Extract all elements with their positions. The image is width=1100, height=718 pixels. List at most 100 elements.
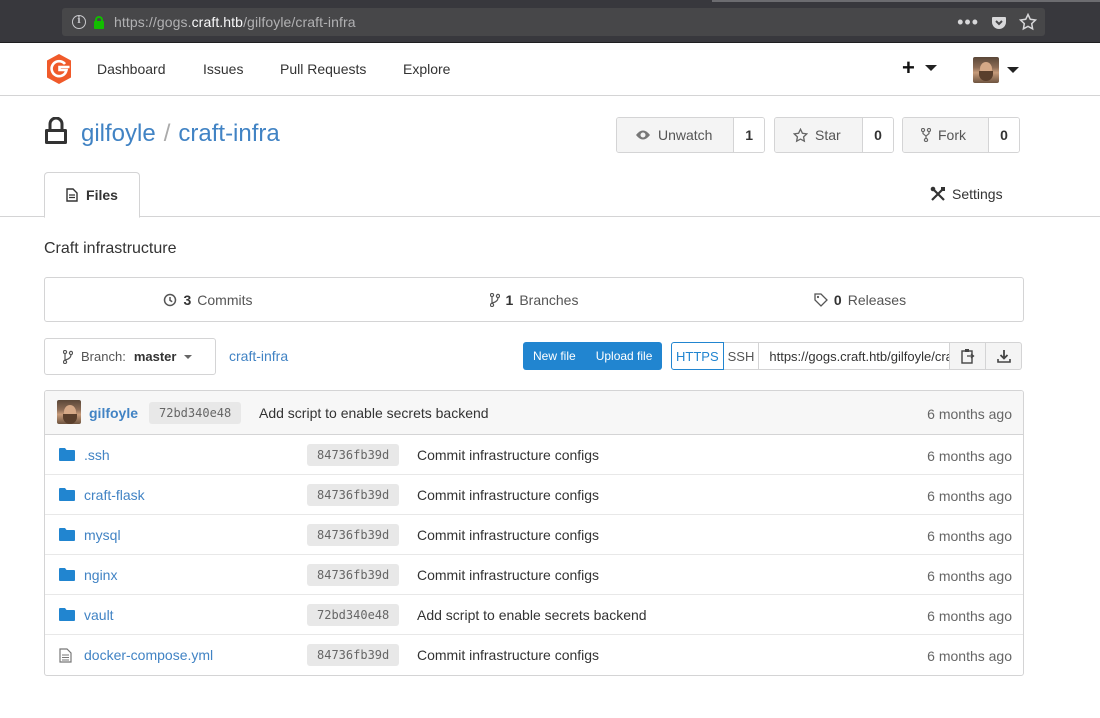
bookmark-star-icon[interactable] [1019, 13, 1037, 31]
gogs-logo-icon[interactable] [44, 53, 74, 85]
file-name-link[interactable]: nginx [84, 567, 117, 583]
clone-url-input[interactable]: https://gogs.craft.htb/gilfoyle/craft-in… [759, 342, 951, 370]
file-text-icon [66, 188, 78, 202]
commit-sha[interactable]: 72bd340e48 [307, 604, 400, 626]
commits-label: Commits [197, 291, 253, 308]
releases-count: 0 [833, 291, 842, 308]
copy-url-button[interactable] [950, 342, 987, 370]
star-count[interactable]: 0 [863, 118, 893, 152]
file-text-icon [59, 648, 72, 663]
commit-age: 6 months ago [927, 488, 1012, 504]
commit-message[interactable]: Add script to enable secrets backend [417, 607, 647, 623]
file-name-link[interactable]: vault [84, 607, 114, 623]
tab-strip-edge [712, 0, 1100, 2]
commit-message[interactable]: Commit infrastructure configs [417, 647, 599, 663]
repo-stats-bar: 3 Commits 1 Branches 0 Releases [44, 277, 1024, 322]
commit-age: 6 months ago [927, 648, 1012, 664]
unwatch-label: Unwatch [658, 127, 713, 143]
file-name-link[interactable]: .ssh [84, 447, 110, 463]
repo-name-link[interactable]: craft-infra [178, 120, 279, 147]
commit-message[interactable]: Commit infrastructure configs [417, 567, 599, 583]
commit-message[interactable]: Commit infrastructure configs [417, 447, 599, 463]
fork-group: Fork 0 [902, 117, 1020, 153]
tab-settings[interactable]: Settings [930, 186, 1003, 202]
repo-header: gilfoyle / craft-infra Unwatch 1 Star 0 Fo… [0, 97, 1100, 218]
plus-icon: + [902, 55, 915, 80]
clipboard-icon [961, 349, 975, 364]
fork-button[interactable]: Fork [903, 118, 989, 152]
star-button[interactable]: Star [775, 118, 863, 152]
info-icon[interactable]: i [72, 15, 86, 29]
create-menu[interactable]: + [902, 55, 937, 80]
folder-icon [59, 528, 75, 541]
commit-age: 6 months ago [927, 608, 1012, 624]
history-icon [164, 293, 177, 306]
commits-link[interactable]: 3 Commits [45, 278, 371, 321]
https-button[interactable]: HTTPS [671, 342, 724, 370]
releases-label: Releases [847, 291, 907, 308]
branches-label: Branches [519, 291, 579, 308]
avatar [973, 57, 999, 83]
branch-icon [489, 292, 500, 307]
more-icon[interactable]: ••• [957, 13, 979, 31]
commits-count: 3 [183, 291, 192, 308]
file-name-link[interactable]: craft-flask [84, 487, 145, 503]
table-row: mysql 84736fb39d Commit infrastructure c… [45, 515, 1023, 555]
repo-title-separator: / [163, 120, 171, 147]
user-menu[interactable] [973, 57, 1019, 83]
commit-sha[interactable]: 84736fb39d [307, 564, 400, 586]
commit-age: 6 months ago [927, 406, 1012, 422]
commit-message[interactable]: Commit infrastructure configs [417, 527, 599, 543]
chevron-down-icon [1007, 67, 1019, 73]
nav-pull-requests[interactable]: Pull Requests [280, 61, 366, 77]
commit-author[interactable]: gilfoyle [89, 405, 138, 421]
avatar[interactable] [57, 400, 81, 424]
breadcrumb[interactable]: craft-infra [229, 348, 288, 364]
commit-message[interactable]: Commit infrastructure configs [417, 487, 599, 503]
tab-settings-label: Settings [952, 186, 1003, 202]
commit-sha[interactable]: 72bd340e48 [149, 402, 242, 424]
branch-icon [63, 349, 73, 364]
branch-dropdown[interactable]: Branch: master [44, 338, 216, 375]
commit-sha[interactable]: 84736fb39d [307, 644, 400, 666]
tools-icon [930, 186, 945, 201]
commit-sha[interactable]: 84736fb39d [307, 484, 400, 506]
file-name-link[interactable]: mysql [84, 527, 121, 543]
url-text[interactable]: https://gogs.craft.htb/gilfoyle/craft-in… [114, 14, 356, 30]
tag-icon [814, 292, 828, 307]
branches-count: 1 [505, 291, 514, 308]
browser-toolbar: i https://gogs.craft.htb/gilfoyle/craft-… [0, 0, 1100, 43]
address-bar[interactable]: i https://gogs.craft.htb/gilfoyle/craft-… [62, 8, 1045, 36]
table-row: vault 72bd340e48 Add script to enable se… [45, 595, 1023, 635]
releases-link[interactable]: 0 Releases [697, 278, 1023, 321]
repo-owner-link[interactable]: gilfoyle [81, 120, 156, 147]
fork-count[interactable]: 0 [989, 118, 1019, 152]
private-lock-icon [45, 117, 67, 144]
nav-issues[interactable]: Issues [203, 61, 243, 77]
file-name-link[interactable]: docker-compose.yml [84, 647, 213, 663]
unwatch-button[interactable]: Unwatch [617, 118, 735, 152]
commit-age: 6 months ago [927, 448, 1012, 464]
pocket-icon[interactable] [991, 14, 1007, 30]
commit-sha[interactable]: 84736fb39d [307, 444, 400, 466]
tab-files[interactable]: Files [44, 172, 140, 218]
download-icon [997, 350, 1011, 363]
lock-icon[interactable] [94, 15, 104, 29]
commit-sha[interactable]: 84736fb39d [307, 524, 400, 546]
nav-explore[interactable]: Explore [403, 61, 450, 77]
latest-commit-header: gilfoyle 72bd340e48 Add script to enable… [45, 391, 1023, 435]
star-label: Star [815, 127, 841, 143]
upload-file-button[interactable]: Upload file [586, 342, 663, 370]
chevron-down-icon [184, 354, 193, 359]
star-group: Star 0 [774, 117, 894, 153]
download-button[interactable] [986, 342, 1023, 370]
branches-link[interactable]: 1 Branches [371, 278, 697, 321]
watch-group: Unwatch 1 [616, 117, 765, 153]
commit-age: 6 months ago [927, 528, 1012, 544]
watch-count[interactable]: 1 [734, 118, 764, 152]
ssh-button[interactable]: SSH [723, 342, 760, 370]
folder-icon [59, 608, 75, 621]
site-header: Dashboard Issues Pull Requests Explore + [0, 43, 1100, 96]
new-file-button[interactable]: New file [523, 342, 586, 370]
nav-dashboard[interactable]: Dashboard [97, 61, 166, 77]
